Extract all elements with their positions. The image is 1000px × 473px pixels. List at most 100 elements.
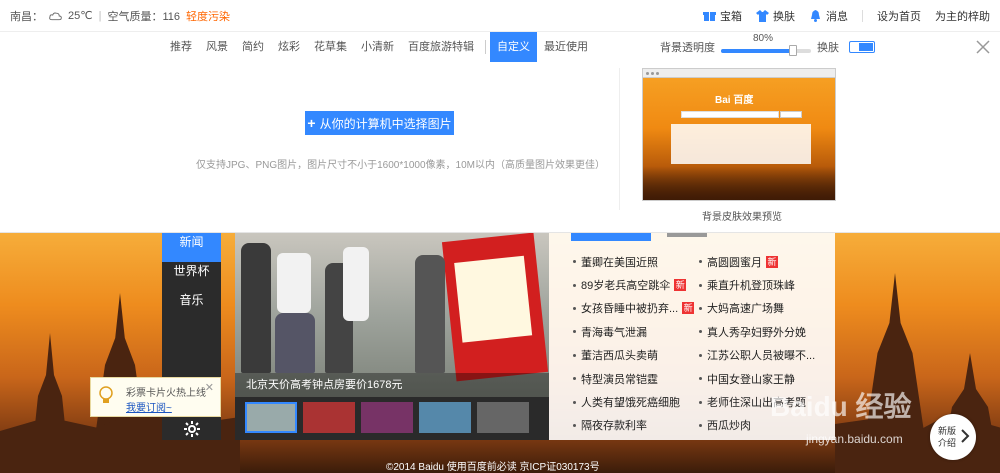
opacity-value: 80% (753, 33, 774, 44)
news-item[interactable]: 江苏公职人员被曝不... (699, 344, 815, 367)
news-item[interactable]: 大妈高速广场舞 (699, 297, 815, 320)
thumbnail[interactable] (361, 402, 413, 433)
bullet-icon (699, 377, 702, 381)
bullet-icon (699, 283, 702, 287)
photo-person (343, 247, 369, 321)
thumbnail[interactable] (477, 402, 529, 433)
news-column-left: 董卿在美国近照 89岁老兵高空跳伞新女孩昏睡中被扔弃... 新青海毒气泄漏董洁西瓜头… (573, 250, 695, 437)
change-skin-label: 换肤 (773, 10, 795, 23)
user-menu[interactable]: 为主的梓助 (935, 8, 990, 24)
new-badge: 新 (766, 255, 778, 268)
skin-toggle-label: 换肤 (817, 42, 839, 54)
news-title: 大妈高速广场舞 (707, 303, 784, 316)
set-homepage-link[interactable]: 设为首页 (877, 8, 921, 24)
tab-flowers[interactable]: 花草集 (307, 32, 354, 62)
weather-info[interactable]: 南昌： 25℃ | 空气质量：116 轻度污染 (10, 8, 230, 24)
window-dot-icon (656, 71, 659, 75)
separator: | (98, 9, 102, 22)
tab-simple[interactable]: 简约 (235, 32, 271, 62)
news-item[interactable]: 人类有望饿死癌细胞 (573, 390, 694, 413)
bullet-icon (699, 353, 702, 357)
gift-box-icon (703, 11, 716, 21)
news-item[interactable]: 隔夜存款利率 (573, 414, 694, 437)
news-item[interactable]: 乘直升机登顶珠峰 (699, 273, 815, 296)
tab-baidu-travel[interactable]: 百度旅游特辑 (401, 32, 481, 62)
news-item[interactable]: 真人秀孕妇野外分娩 (699, 320, 815, 343)
upload-hint: 仅支持JPG、PNG图片，图片尺寸不小于1600*1000像素，10M以内（高质… (196, 160, 605, 171)
nav-item-music[interactable]: 音乐 (162, 291, 221, 320)
window-dot-icon (651, 71, 654, 75)
treasure-box-label: 宝箱 (720, 10, 742, 23)
bell-icon (811, 9, 820, 22)
slider-track (721, 49, 811, 53)
watermark-url: jingyan.baidu.com (806, 432, 903, 446)
thumbnail[interactable] (245, 402, 297, 433)
nav-item-news[interactable]: 新闻 (162, 233, 221, 262)
preview-card (671, 124, 811, 164)
preview-silhouette (643, 166, 835, 200)
news-title: 真人秀孕妇野外分娩 (707, 326, 806, 339)
nav-item-worldcup[interactable]: 世界杯 (162, 262, 221, 291)
bullet-icon (573, 423, 576, 427)
news-item[interactable]: 特型演员常铠霆 (573, 367, 694, 390)
photo-person (241, 243, 271, 373)
new-version-intro-button[interactable]: 新版 介绍 (930, 414, 976, 460)
tab-recommend[interactable]: 推荐 (163, 32, 199, 62)
news-item[interactable]: 董卿在美国近照 (573, 250, 694, 273)
temperature: 25℃ (68, 10, 93, 22)
bullet-icon (573, 306, 576, 310)
photo-caption[interactable]: 北京天价高考钟点房要价1678元 (235, 373, 549, 397)
news-tab-active[interactable] (571, 233, 651, 241)
tab-fresh[interactable]: 小清新 (354, 32, 401, 62)
tab-colorful[interactable]: 炫彩 (271, 32, 307, 62)
messages-label: 消息 (826, 10, 848, 23)
tshirt-icon (756, 9, 769, 22)
watermark-title: Baidu 经验 (770, 391, 912, 422)
photo-red-sign (441, 233, 549, 382)
thumbnail[interactable] (419, 402, 471, 433)
new-badge: 新 (682, 302, 695, 315)
news-item[interactable]: 89岁老兵高空跳伞新 (573, 273, 694, 296)
air-quality: 空气质量：116 (107, 10, 180, 23)
bullet-icon (699, 306, 702, 310)
preview-label: 背景皮肤效果预览 (702, 212, 782, 223)
footer: ©2014 Baidu 使用百度前必读 京ICP证030173号 (386, 462, 600, 473)
opacity-control: 背景透明度 80% 换肤 (660, 32, 875, 62)
news-item[interactable]: 女孩昏睡中被扔弃... 新 (573, 297, 695, 320)
subscribe-link[interactable]: 我要订阅~ (126, 399, 172, 414)
slider-handle[interactable] (789, 45, 797, 56)
opacity-slider[interactable]: 80% (721, 32, 811, 62)
skin-preview-image: Bai 百度 (642, 68, 836, 201)
tab-custom[interactable]: 自定义 (490, 32, 537, 62)
new-badge: 新 (674, 279, 687, 292)
treasure-box-link[interactable]: 宝箱 (703, 8, 742, 24)
lottery-text: 彩票卡片火热上线 (126, 388, 206, 399)
gear-icon[interactable] (184, 421, 200, 437)
preview-search-button (780, 111, 802, 118)
news-title: 高圆圆蜜月 (707, 256, 762, 269)
news-title: 董洁西瓜头卖萌 (581, 350, 658, 363)
messages-link[interactable]: 消息 (809, 8, 848, 24)
bullet-icon (699, 400, 702, 404)
upload-image-button[interactable]: + 从你的计算机中选择图片 (305, 111, 454, 135)
photo-person (275, 313, 315, 373)
opacity-label: 背景透明度 (660, 42, 715, 54)
preview-window-bar (643, 69, 835, 78)
news-title: 人类有望饿死癌细胞 (581, 397, 680, 410)
news-tab[interactable] (667, 233, 707, 237)
tab-recent[interactable]: 最近使用 (537, 32, 595, 62)
bullet-icon (699, 330, 702, 334)
news-item[interactable]: 董洁西瓜头卖萌 (573, 344, 694, 367)
news-photo[interactable]: 北京天价高考钟点房要价1678元 (235, 233, 549, 440)
skin-toggle-switch[interactable] (849, 41, 875, 53)
close-icon[interactable]: ✕ (205, 381, 214, 394)
tab-scenery[interactable]: 风景 (199, 32, 235, 62)
close-icon[interactable] (974, 38, 992, 56)
thumbnail[interactable] (303, 402, 355, 433)
change-skin-link[interactable]: 换肤 (756, 8, 795, 24)
news-title: 隔夜存款利率 (581, 420, 647, 433)
lottery-tooltip: 彩票卡片火热上线 我要订阅~ ✕ (90, 377, 221, 417)
news-item[interactable]: 高圆圆蜜月新 (699, 250, 815, 273)
news-item[interactable]: 青海毒气泄漏 (573, 320, 694, 343)
news-title: 特型演员常铠霆 (581, 373, 658, 386)
